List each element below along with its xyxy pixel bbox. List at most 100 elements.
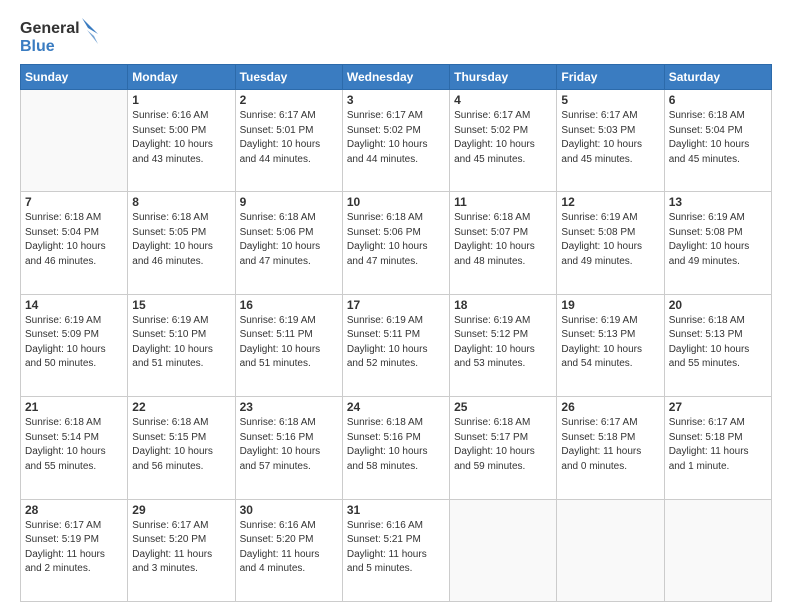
day-number: 21 <box>25 400 123 414</box>
day-info: Sunrise: 6:17 AM Sunset: 5:18 PM Dayligh… <box>561 416 659 474</box>
day-info: Sunrise: 6:19 AM Sunset: 5:11 PM Dayligh… <box>347 314 445 372</box>
day-info: Sunrise: 6:19 AM Sunset: 5:12 PM Dayligh… <box>454 314 552 372</box>
day-number: 10 <box>347 195 445 209</box>
logo-icon: GeneralBlue <box>20 16 100 56</box>
day-number: 24 <box>347 400 445 414</box>
day-number: 20 <box>669 298 767 312</box>
day-number: 1 <box>132 93 230 107</box>
calendar-cell <box>21 90 128 192</box>
day-info: Sunrise: 6:18 AM Sunset: 5:04 PM Dayligh… <box>25 211 123 269</box>
day-number: 13 <box>669 195 767 209</box>
day-number: 22 <box>132 400 230 414</box>
week-row-2: 7 Sunrise: 6:18 AM Sunset: 5:04 PM Daylig… <box>21 192 772 294</box>
calendar-cell: 23 Sunrise: 6:18 AM Sunset: 5:16 PM Dayli… <box>235 397 342 499</box>
day-number: 15 <box>132 298 230 312</box>
calendar-cell: 11 Sunrise: 6:18 AM Sunset: 5:07 PM Dayli… <box>450 192 557 294</box>
day-info: Sunrise: 6:19 AM Sunset: 5:08 PM Dayligh… <box>669 211 767 269</box>
calendar-cell: 31 Sunrise: 6:16 AM Sunset: 5:21 PM Dayli… <box>342 499 449 601</box>
logo: GeneralBlue <box>20 16 100 56</box>
calendar-cell: 7 Sunrise: 6:18 AM Sunset: 5:04 PM Daylig… <box>21 192 128 294</box>
calendar-cell: 28 Sunrise: 6:17 AM Sunset: 5:19 PM Dayli… <box>21 499 128 601</box>
day-number: 11 <box>454 195 552 209</box>
day-number: 12 <box>561 195 659 209</box>
calendar-cell: 15 Sunrise: 6:19 AM Sunset: 5:10 PM Dayli… <box>128 294 235 396</box>
day-info: Sunrise: 6:16 AM Sunset: 5:21 PM Dayligh… <box>347 519 445 577</box>
week-row-4: 21 Sunrise: 6:18 AM Sunset: 5:14 PM Dayli… <box>21 397 772 499</box>
day-info: Sunrise: 6:18 AM Sunset: 5:13 PM Dayligh… <box>669 314 767 372</box>
calendar-cell: 3 Sunrise: 6:17 AM Sunset: 5:02 PM Daylig… <box>342 90 449 192</box>
weekday-header-sunday: Sunday <box>21 65 128 90</box>
day-info: Sunrise: 6:18 AM Sunset: 5:14 PM Dayligh… <box>25 416 123 474</box>
day-info: Sunrise: 6:18 AM Sunset: 5:16 PM Dayligh… <box>240 416 338 474</box>
day-info: Sunrise: 6:18 AM Sunset: 5:07 PM Dayligh… <box>454 211 552 269</box>
day-info: Sunrise: 6:19 AM Sunset: 5:10 PM Dayligh… <box>132 314 230 372</box>
calendar-cell: 2 Sunrise: 6:17 AM Sunset: 5:01 PM Daylig… <box>235 90 342 192</box>
calendar-cell: 1 Sunrise: 6:16 AM Sunset: 5:00 PM Daylig… <box>128 90 235 192</box>
calendar-cell: 20 Sunrise: 6:18 AM Sunset: 5:13 PM Dayli… <box>664 294 771 396</box>
weekday-header-wednesday: Wednesday <box>342 65 449 90</box>
day-number: 29 <box>132 503 230 517</box>
calendar-cell: 30 Sunrise: 6:16 AM Sunset: 5:20 PM Dayli… <box>235 499 342 601</box>
svg-text:Blue: Blue <box>20 38 55 55</box>
day-info: Sunrise: 6:17 AM Sunset: 5:01 PM Dayligh… <box>240 109 338 167</box>
day-info: Sunrise: 6:17 AM Sunset: 5:02 PM Dayligh… <box>347 109 445 167</box>
page-header: GeneralBlue <box>20 16 772 56</box>
day-info: Sunrise: 6:16 AM Sunset: 5:00 PM Dayligh… <box>132 109 230 167</box>
day-info: Sunrise: 6:19 AM Sunset: 5:08 PM Dayligh… <box>561 211 659 269</box>
day-info: Sunrise: 6:19 AM Sunset: 5:11 PM Dayligh… <box>240 314 338 372</box>
day-number: 28 <box>25 503 123 517</box>
day-number: 23 <box>240 400 338 414</box>
svg-text:General: General <box>20 20 80 37</box>
day-info: Sunrise: 6:17 AM Sunset: 5:18 PM Dayligh… <box>669 416 767 474</box>
day-number: 2 <box>240 93 338 107</box>
week-row-3: 14 Sunrise: 6:19 AM Sunset: 5:09 PM Dayli… <box>21 294 772 396</box>
weekday-header-tuesday: Tuesday <box>235 65 342 90</box>
calendar-cell: 12 Sunrise: 6:19 AM Sunset: 5:08 PM Dayli… <box>557 192 664 294</box>
day-info: Sunrise: 6:18 AM Sunset: 5:15 PM Dayligh… <box>132 416 230 474</box>
weekday-header-thursday: Thursday <box>450 65 557 90</box>
weekday-header-friday: Friday <box>557 65 664 90</box>
day-info: Sunrise: 6:18 AM Sunset: 5:06 PM Dayligh… <box>347 211 445 269</box>
day-number: 18 <box>454 298 552 312</box>
day-number: 5 <box>561 93 659 107</box>
day-info: Sunrise: 6:18 AM Sunset: 5:05 PM Dayligh… <box>132 211 230 269</box>
day-number: 9 <box>240 195 338 209</box>
calendar-cell: 13 Sunrise: 6:19 AM Sunset: 5:08 PM Dayli… <box>664 192 771 294</box>
calendar-cell: 26Sunrise: 6:17 AM Sunset: 5:18 PM Dayli… <box>557 397 664 499</box>
day-info: Sunrise: 6:18 AM Sunset: 5:06 PM Dayligh… <box>240 211 338 269</box>
day-info: Sunrise: 6:17 AM Sunset: 5:03 PM Dayligh… <box>561 109 659 167</box>
day-number: 30 <box>240 503 338 517</box>
day-info: Sunrise: 6:19 AM Sunset: 5:13 PM Dayligh… <box>561 314 659 372</box>
weekday-header-saturday: Saturday <box>664 65 771 90</box>
calendar-cell: 29 Sunrise: 6:17 AM Sunset: 5:20 PM Dayli… <box>128 499 235 601</box>
day-info: Sunrise: 6:17 AM Sunset: 5:20 PM Dayligh… <box>132 519 230 577</box>
day-number: 27 <box>669 400 767 414</box>
calendar-cell: 18 Sunrise: 6:19 AM Sunset: 5:12 PM Dayli… <box>450 294 557 396</box>
calendar-cell: 25Sunrise: 6:18 AM Sunset: 5:17 PM Dayli… <box>450 397 557 499</box>
calendar-cell: 17 Sunrise: 6:19 AM Sunset: 5:11 PM Dayli… <box>342 294 449 396</box>
calendar-cell: 10 Sunrise: 6:18 AM Sunset: 5:06 PM Dayli… <box>342 192 449 294</box>
day-info: Sunrise: 6:18 AM Sunset: 5:17 PM Dayligh… <box>454 416 552 474</box>
day-number: 19 <box>561 298 659 312</box>
day-number: 17 <box>347 298 445 312</box>
day-info: Sunrise: 6:18 AM Sunset: 5:04 PM Dayligh… <box>669 109 767 167</box>
calendar-table: SundayMondayTuesdayWednesdayThursdayFrid… <box>20 64 772 602</box>
day-info: Sunrise: 6:16 AM Sunset: 5:20 PM Dayligh… <box>240 519 338 577</box>
day-number: 4 <box>454 93 552 107</box>
day-number: 3 <box>347 93 445 107</box>
calendar-cell: 5 Sunrise: 6:17 AM Sunset: 5:03 PM Daylig… <box>557 90 664 192</box>
weekday-header-monday: Monday <box>128 65 235 90</box>
day-number: 8 <box>132 195 230 209</box>
calendar-cell: 4 Sunrise: 6:17 AM Sunset: 5:02 PM Daylig… <box>450 90 557 192</box>
day-info: Sunrise: 6:17 AM Sunset: 5:02 PM Dayligh… <box>454 109 552 167</box>
day-number: 14 <box>25 298 123 312</box>
calendar-cell: 19 Sunrise: 6:19 AM Sunset: 5:13 PM Dayli… <box>557 294 664 396</box>
day-number: 7 <box>25 195 123 209</box>
day-info: Sunrise: 6:19 AM Sunset: 5:09 PM Dayligh… <box>25 314 123 372</box>
day-number: 31 <box>347 503 445 517</box>
calendar-cell <box>664 499 771 601</box>
calendar-cell: 8 Sunrise: 6:18 AM Sunset: 5:05 PM Daylig… <box>128 192 235 294</box>
calendar-cell: 6Sunrise: 6:18 AM Sunset: 5:04 PM Daylig… <box>664 90 771 192</box>
day-info: Sunrise: 6:17 AM Sunset: 5:19 PM Dayligh… <box>25 519 123 577</box>
calendar-cell: 21 Sunrise: 6:18 AM Sunset: 5:14 PM Dayli… <box>21 397 128 499</box>
